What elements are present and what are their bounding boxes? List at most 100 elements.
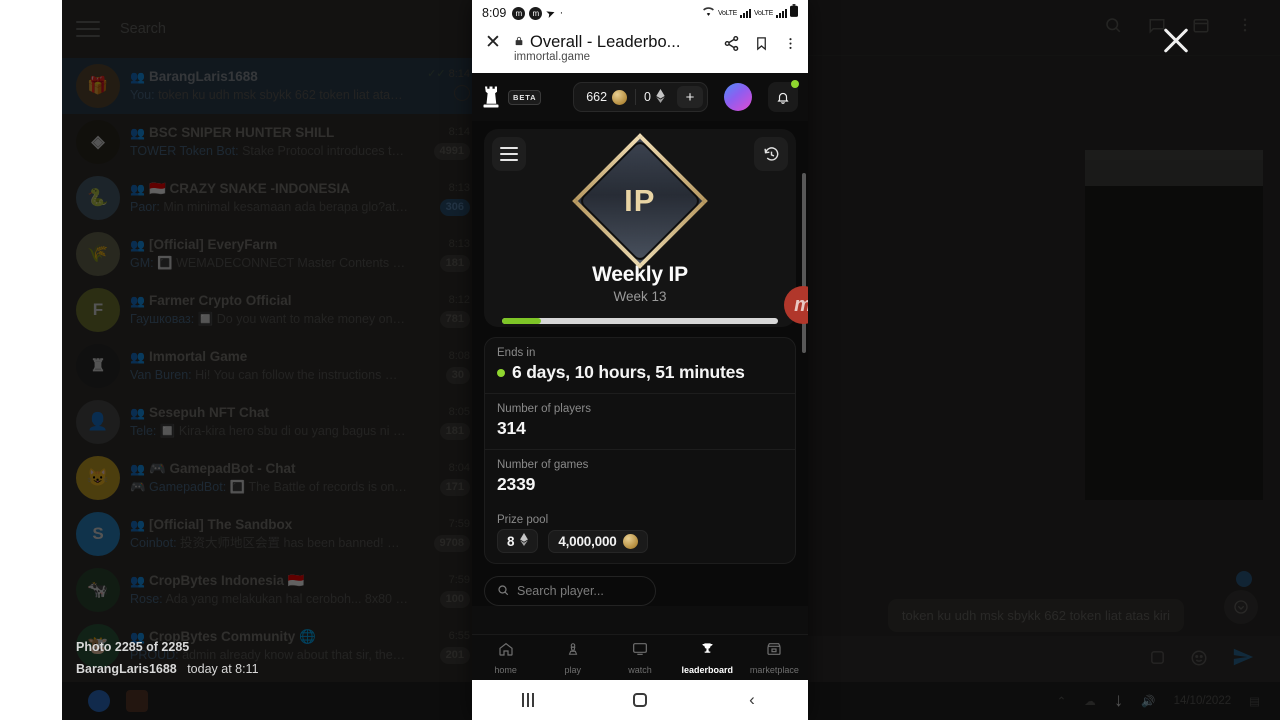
taskbar-date[interactable]: 14/10/2022 [1174,695,1232,707]
avatar[interactable] [724,83,752,111]
share-icon[interactable] [723,35,740,57]
unread-badge: 781 [439,310,470,328]
battery-icon [790,4,798,22]
beta-badge: BETA [508,89,542,105]
chat-list-item[interactable]: 😺 👥 🎮 GamepadBot - Chat 🎮 GamepadBot: 🔳 The… [62,450,480,506]
eth-balance[interactable]: 0 [636,88,673,106]
telegram-chat-list[interactable]: Search 🎁 👥 BarangLaris1688 You: token ku ud… [62,0,480,720]
message-bubble[interactable]: token ku udh msk sbykk 662 token liat at… [887,599,1184,632]
scroll-to-bottom-button[interactable] [1224,590,1258,624]
chat-name: 👥 BarangLaris1688 [130,69,258,84]
muted-icon [454,84,470,101]
coin-icon [622,533,638,549]
chat-preview: GM: 🔳 WEMADECONNECT Master Contents Prov… [130,256,408,270]
chat-name: 👥 🎮 GamepadBot - Chat [130,461,296,476]
photo-viewer-caption: Photo 2285 of 2285 BarangLaris1688 today… [76,640,259,676]
chat-time: 6:55 [448,629,470,642]
ethereum-icon [656,88,665,106]
chat-list-item[interactable]: 👤 👥 Sesepuh NFT Chat Tele: 🔲 Kira-kira hero… [62,394,480,450]
stat-label: Ends in [497,347,536,359]
close-viewer-button[interactable] [1160,24,1192,56]
add-funds-button[interactable]: + [677,86,703,108]
chat-list-item[interactable]: ♜ 👥 Immortal Game Van Buren: Hi! You can fo… [62,338,480,394]
signal-bars-sim2 [776,8,787,18]
coin-balance[interactable]: 662 [578,89,635,105]
home-button[interactable] [584,693,696,707]
close-icon[interactable]: ✕ [482,32,504,54]
calendar-icon[interactable] [1192,16,1210,39]
facebook-taskbar-icon[interactable] [88,690,110,712]
chat-name: 👥 [Official] EveryFarm [130,237,278,252]
ip-badge: IP [496,133,784,269]
nav-item-watch[interactable]: watch [606,641,673,675]
chat-time: 7:59 [448,517,470,530]
avatar: 🎁 [76,64,120,108]
android-status-bar: 8:09 m m ➤ · VoLTE VoLTE [472,0,808,26]
chat-list-item[interactable]: 🎁 👥 BarangLaris1688 You: token ku udh msk s… [62,58,480,114]
more-icon[interactable] [1236,16,1254,39]
rook-logo-icon[interactable] [482,85,500,109]
game-top-bar: BETA 662 0 + [472,73,808,121]
stat-row-prize-pool: Prize pool 8 4,000,000 [485,505,795,563]
wifi-icon [702,4,715,22]
chat-list-item[interactable]: 🐄 👥 CropBytes Indonesia 🇮🇩 Rose: Ada yang m… [62,562,480,618]
avatar: 🐍 [76,176,120,220]
history-icon[interactable] [754,137,788,171]
photo-timestamp: today at 8:11 [187,662,259,676]
search-player-field[interactable]: Search player... [484,576,656,606]
volume-icon[interactable]: 🔊 [1141,694,1155,708]
more-icon[interactable] [783,35,798,57]
nav-item-play[interactable]: play [539,641,606,675]
recents-button[interactable] [472,693,584,707]
chat-preview: Coinbot: 投资大师地区会置 has been banned! Reas.… [130,536,408,550]
chat-time: ✓✓ 8:14 [427,67,470,80]
avatar: ◈ [76,120,120,164]
hero-menu-icon[interactable] [492,137,526,171]
notifications-icon[interactable]: ▤ [1249,694,1260,708]
nav-item-leaderboard[interactable]: leaderboard [674,641,741,675]
stat-label: Number of games [497,459,589,471]
prize-eth-chip: 8 [497,529,539,553]
unread-badge: 4991 [433,142,470,160]
volte-label: VoLTE [754,9,773,17]
nav-label: leaderboard [681,664,733,675]
unread-badge: 100 [439,590,470,608]
nav-item-marketplace[interactable]: marketplace [741,641,808,675]
show-hidden-icons[interactable]: ⌃ [1057,694,1067,708]
chat-list-item[interactable]: 🐍 👥 🇮🇩 CRAZY SNAKE -INDONESIA Paor: Min min… [62,170,480,226]
chat-name: 👥 Immortal Game [130,349,248,364]
cloud-icon[interactable]: ☁ [1084,694,1096,708]
search-icon[interactable] [1104,16,1122,39]
chat-preview: Paor: Min minimal kesamaan ada berapa gl… [130,200,408,214]
unread-badge: 306 [439,198,470,216]
emoji-icon[interactable] [1190,649,1208,672]
avatar: ♜ [76,344,120,388]
chat-preview: Tele: 🔲 Kira-kira hero sbu di ou yang ba… [130,424,408,438]
app-taskbar-icon[interactable] [126,690,148,712]
search-input[interactable]: Search [120,21,166,37]
status-time: 8:09 [482,6,507,20]
nav-item-home[interactable]: home [472,641,539,675]
avatar: 🌾 [76,232,120,276]
ip-badge-label: IP [624,182,656,218]
download-icon[interactable]: ↓ [1114,690,1124,712]
back-button[interactable]: ‹ [696,690,808,710]
telegram-search-row[interactable]: Search [62,0,480,58]
menu-icon[interactable] [76,21,100,37]
chat-name: 👥 Sesepuh NFT Chat [130,405,269,420]
bookmark-icon[interactable] [754,35,769,57]
chat-time: 7:59 [448,573,470,586]
chat-list-item[interactable]: S 👥 [Official] The Sandbox Coinbot: 投资大师地区会… [62,506,480,562]
send-icon[interactable] [1232,646,1254,674]
chat-list-item[interactable]: 🌾 👥 [Official] EveryFarm GM: 🔳 WEMADECONNEC… [62,226,480,282]
hero-title: Weekly IP [592,263,688,286]
wallet-balance[interactable]: 662 0 + [573,82,708,112]
chat-list-item[interactable]: ◈ 👥 BSC SNIPER HUNTER SHILL TOWER Token Bot… [62,114,480,170]
photo-author: BarangLaris1688 [76,662,177,676]
page-scrollbar[interactable] [802,173,806,353]
chat-preview: TOWER Token Bot: Stake Protocol introduc… [130,144,408,158]
chat-list-item[interactable]: F 👥 Farmer Crypto Official Гаушковаз: 🔲 Do … [62,282,480,338]
nested-screenshot-thumbnail [1085,150,1263,500]
attach-icon[interactable] [1149,649,1166,671]
weekly-ip-hero-card: IP Weekly IP Week 13 [484,129,796,327]
